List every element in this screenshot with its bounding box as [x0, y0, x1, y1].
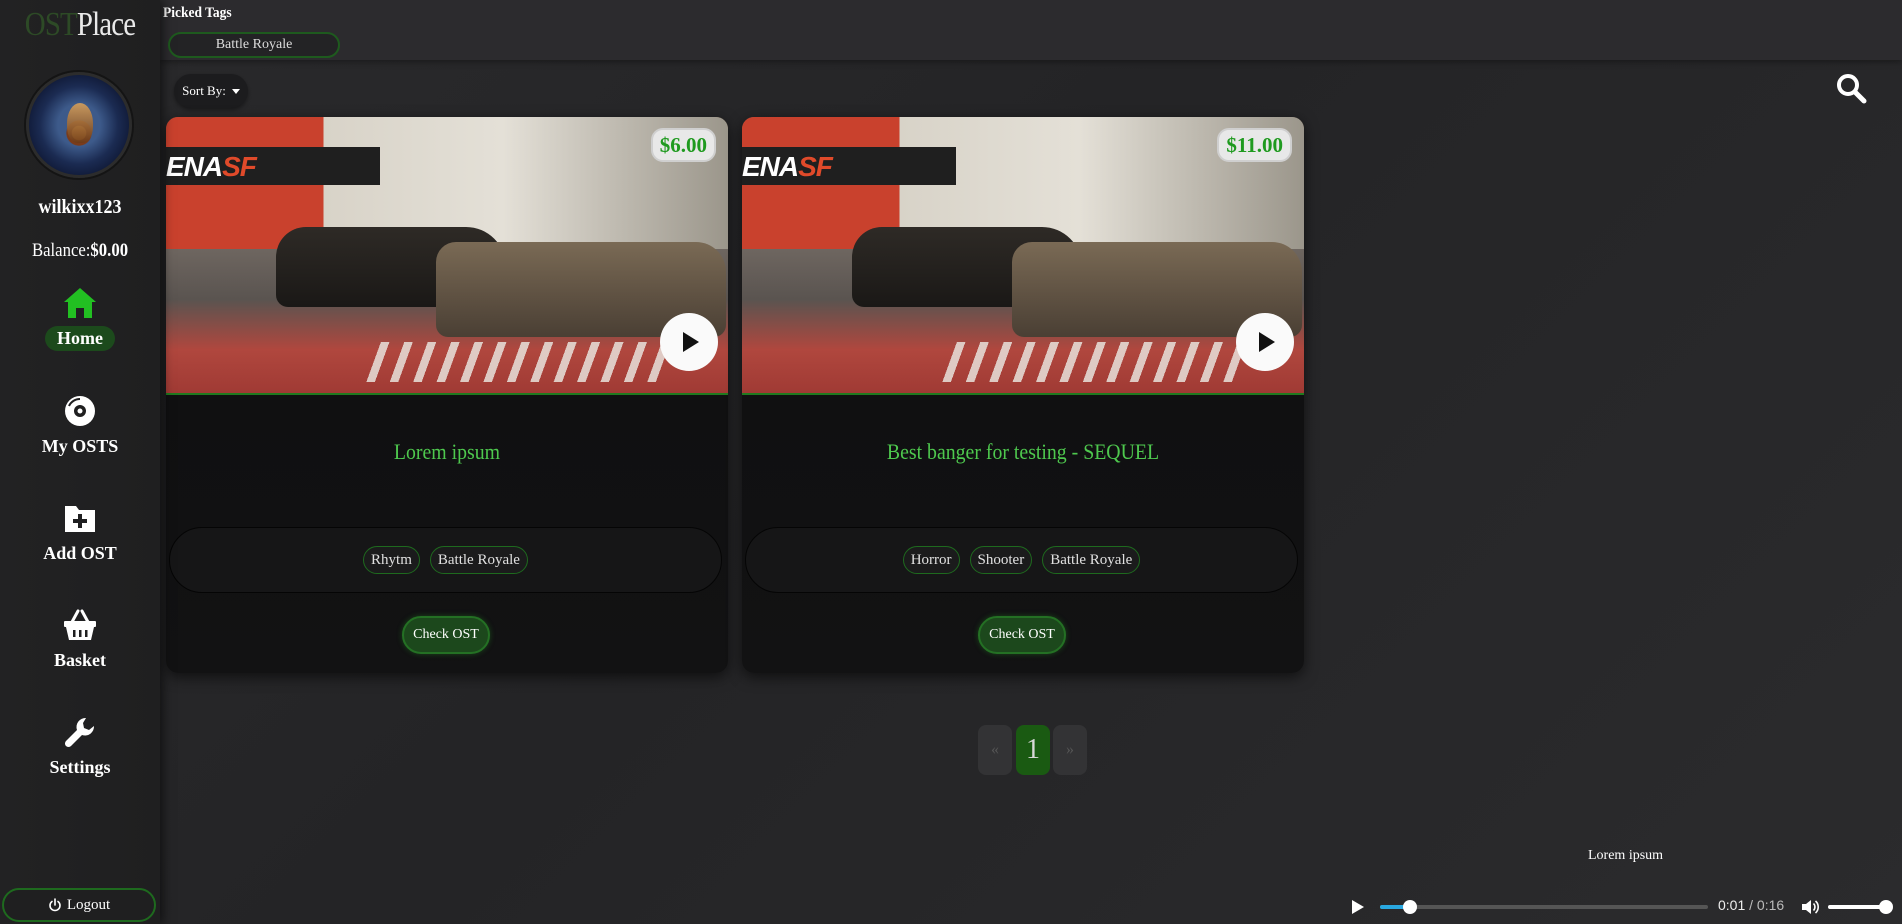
- play-icon: [1259, 332, 1275, 352]
- tag-list: Horror Shooter Battle Royale: [745, 527, 1298, 593]
- sidebar-item-my-osts[interactable]: My OSTS: [0, 394, 160, 459]
- power-icon: [49, 898, 61, 912]
- check-ost-button[interactable]: Check OST: [402, 616, 490, 654]
- caret-down-icon: [231, 88, 240, 94]
- sidebar-item-label: Basket: [53, 650, 106, 670]
- ost-cover-image: ENASF $11.00: [742, 117, 1304, 395]
- volume-slider[interactable]: [1828, 900, 1893, 914]
- balance: Balance:$0.00: [10, 240, 151, 262]
- volume-icon[interactable]: [1800, 897, 1820, 917]
- logout-button[interactable]: Logout: [2, 888, 156, 922]
- tag-list: Rhytm Battle Royale: [169, 527, 722, 593]
- basket-icon: [64, 609, 96, 640]
- player-time: 0:01 / 0:16: [1718, 897, 1784, 913]
- picked-tags-bar: [160, 0, 1902, 60]
- ost-cover-image: ENASF $6.00: [166, 117, 728, 395]
- sidebar-item-add-ost[interactable]: Add OST: [0, 501, 160, 566]
- sort-dropdown[interactable]: Sort By:: [174, 74, 248, 108]
- tag-shooter[interactable]: Shooter: [969, 546, 1033, 574]
- balance-label: Balance:: [31, 240, 91, 261]
- sidebar-item-settings[interactable]: Settings: [0, 715, 160, 780]
- price-badge: $11.00: [1217, 128, 1292, 162]
- seek-handle[interactable]: [1402, 900, 1417, 914]
- sidebar-item-home[interactable]: Home: [0, 286, 160, 351]
- time-separator: /: [1745, 897, 1757, 913]
- home-icon: [64, 288, 96, 318]
- logo-ost-text: OST: [24, 6, 78, 43]
- sidebar-item-label: My OSTS: [41, 436, 119, 456]
- ost-title[interactable]: Lorem ipsum: [194, 439, 700, 465]
- search-button[interactable]: [1835, 72, 1867, 104]
- sidebar-item-label: Add OST: [43, 543, 117, 563]
- tag-rhytm[interactable]: Rhytm: [363, 546, 420, 574]
- price-badge: $6.00: [650, 128, 716, 162]
- play-button[interactable]: [660, 313, 718, 371]
- play-icon: [683, 332, 699, 352]
- check-ost-button[interactable]: Check OST: [978, 616, 1066, 654]
- tag-battle-royale[interactable]: Battle Royale: [1042, 546, 1141, 574]
- current-time: 0:01: [1718, 897, 1746, 913]
- player-track-title: Lorem ipsum: [1588, 848, 1664, 863]
- sort-label: Sort By:: [182, 83, 226, 98]
- pagination-page-1[interactable]: 1: [1016, 725, 1050, 775]
- pagination-next[interactable]: »: [1053, 725, 1087, 775]
- play-button[interactable]: [1236, 313, 1294, 371]
- wrench-icon: [64, 717, 95, 748]
- pagination-prev[interactable]: «: [978, 725, 1012, 775]
- audio-player: 0:01 / 0:16: [1340, 890, 1902, 924]
- seek-bar[interactable]: [1380, 900, 1708, 914]
- picked-tags-title: Picked Tags: [163, 5, 232, 21]
- tag-horror[interactable]: Horror: [902, 546, 960, 574]
- picked-tag-battle-royale[interactable]: Battle Royale: [168, 32, 340, 58]
- app-logo[interactable]: OSTPlace: [12, 6, 148, 44]
- folder-plus-icon: [65, 506, 95, 532]
- logout-label: Logout: [66, 896, 111, 913]
- ost-title[interactable]: Best banger for testing - SEQUEL: [770, 439, 1276, 465]
- sidebar: OSTPlace wilkixx123 Balance:$0.00 Home M…: [0, 0, 160, 924]
- volume-handle[interactable]: [1879, 900, 1893, 914]
- disc-icon: [65, 396, 95, 426]
- sidebar-item-label: Home: [45, 326, 115, 351]
- ost-card: ENASF $11.00 Best banger for testing - S…: [742, 117, 1304, 673]
- logo-place-text: Place: [76, 6, 136, 43]
- avatar[interactable]: [26, 72, 132, 178]
- sidebar-item-basket[interactable]: Basket: [0, 608, 160, 673]
- search-icon: [1837, 74, 1867, 104]
- tag-battle-royale[interactable]: Battle Royale: [429, 546, 528, 574]
- duration: 0:16: [1756, 897, 1785, 913]
- ost-card: ENASF $6.00 Lorem ipsum Rhytm Battle Roy…: [166, 117, 728, 673]
- sidebar-item-label: Settings: [49, 757, 111, 777]
- balance-value: $0.00: [90, 240, 129, 261]
- username: wilkixx123: [38, 196, 122, 218]
- player-play-icon[interactable]: [1348, 898, 1366, 916]
